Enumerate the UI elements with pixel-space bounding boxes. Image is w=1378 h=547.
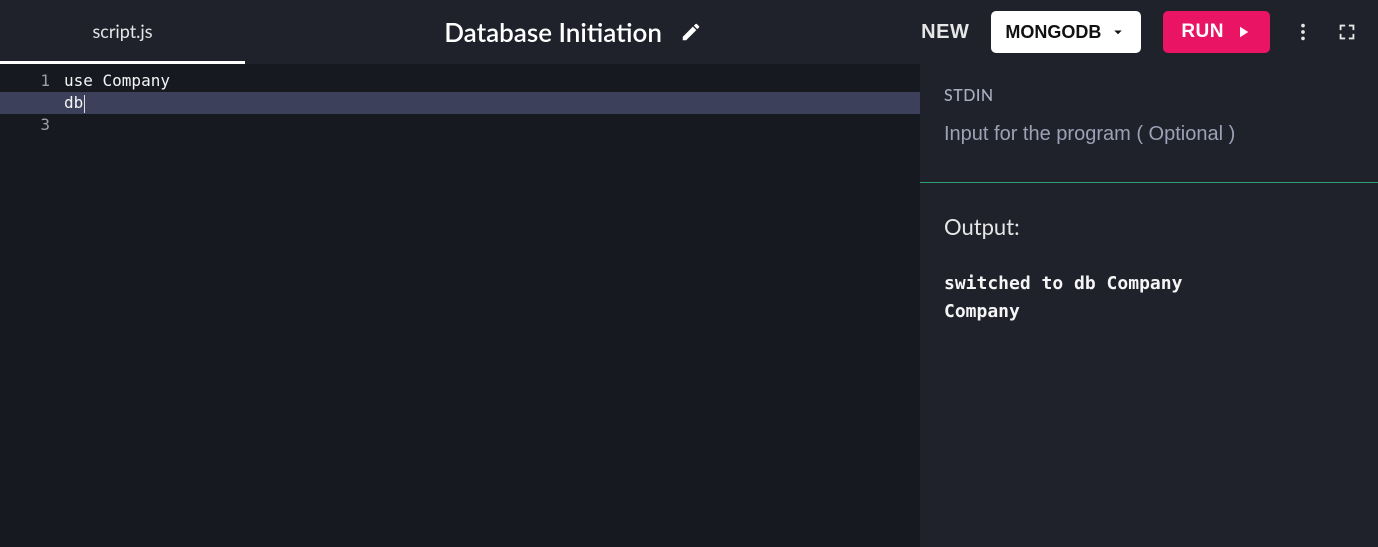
- edit-title-button[interactable]: [680, 21, 702, 43]
- io-panel: STDIN Output: switched to db Company Com…: [920, 64, 1378, 547]
- play-icon: [1234, 23, 1252, 41]
- code-editor[interactable]: 1 2 3 use Company db: [0, 64, 920, 547]
- project-title-area: Database Initiation: [245, 16, 901, 48]
- output-text: switched to db Company Company: [944, 270, 1354, 326]
- more-menu-button[interactable]: [1292, 21, 1314, 43]
- stdin-input[interactable]: [944, 123, 1354, 146]
- language-select[interactable]: MONGODB: [991, 11, 1141, 53]
- file-tab-script[interactable]: script.js: [0, 0, 245, 64]
- pencil-icon: [680, 21, 702, 43]
- header-actions: NEW MONGODB RUN: [921, 11, 1358, 53]
- new-button[interactable]: NEW: [921, 21, 969, 44]
- dots-vertical-icon: [1292, 21, 1314, 43]
- language-select-label: MONGODB: [1005, 22, 1101, 43]
- code-area[interactable]: use Company db: [64, 64, 920, 547]
- file-tab-label: script.js: [92, 20, 152, 42]
- run-button[interactable]: RUN: [1163, 11, 1270, 53]
- top-bar: script.js Database Initiation NEW MONGOD…: [0, 0, 1378, 64]
- fullscreen-button[interactable]: [1336, 21, 1358, 43]
- code-text: db: [64, 93, 83, 112]
- line-number-gutter: 1 2 3: [0, 64, 64, 547]
- main-area: 1 2 3 use Company db STDIN Output: switc…: [0, 64, 1378, 547]
- file-tabs: script.js: [0, 0, 245, 64]
- project-title: Database Initiation: [444, 16, 662, 48]
- fullscreen-icon: [1336, 21, 1358, 43]
- new-button-label: NEW: [921, 21, 969, 43]
- output-section: Output: switched to db Company Company: [920, 183, 1378, 326]
- code-line: use Company: [64, 70, 920, 92]
- code-line: [64, 114, 920, 136]
- stdin-label: STDIN: [944, 86, 1354, 105]
- text-cursor: [84, 95, 85, 113]
- run-button-label: RUN: [1181, 21, 1224, 43]
- line-number: 1: [0, 70, 64, 92]
- chevron-down-icon: [1109, 23, 1127, 41]
- line-number: 3: [0, 114, 64, 136]
- stdin-section: STDIN: [920, 64, 1378, 182]
- output-label: Output:: [944, 213, 1354, 240]
- code-line: db: [64, 92, 920, 114]
